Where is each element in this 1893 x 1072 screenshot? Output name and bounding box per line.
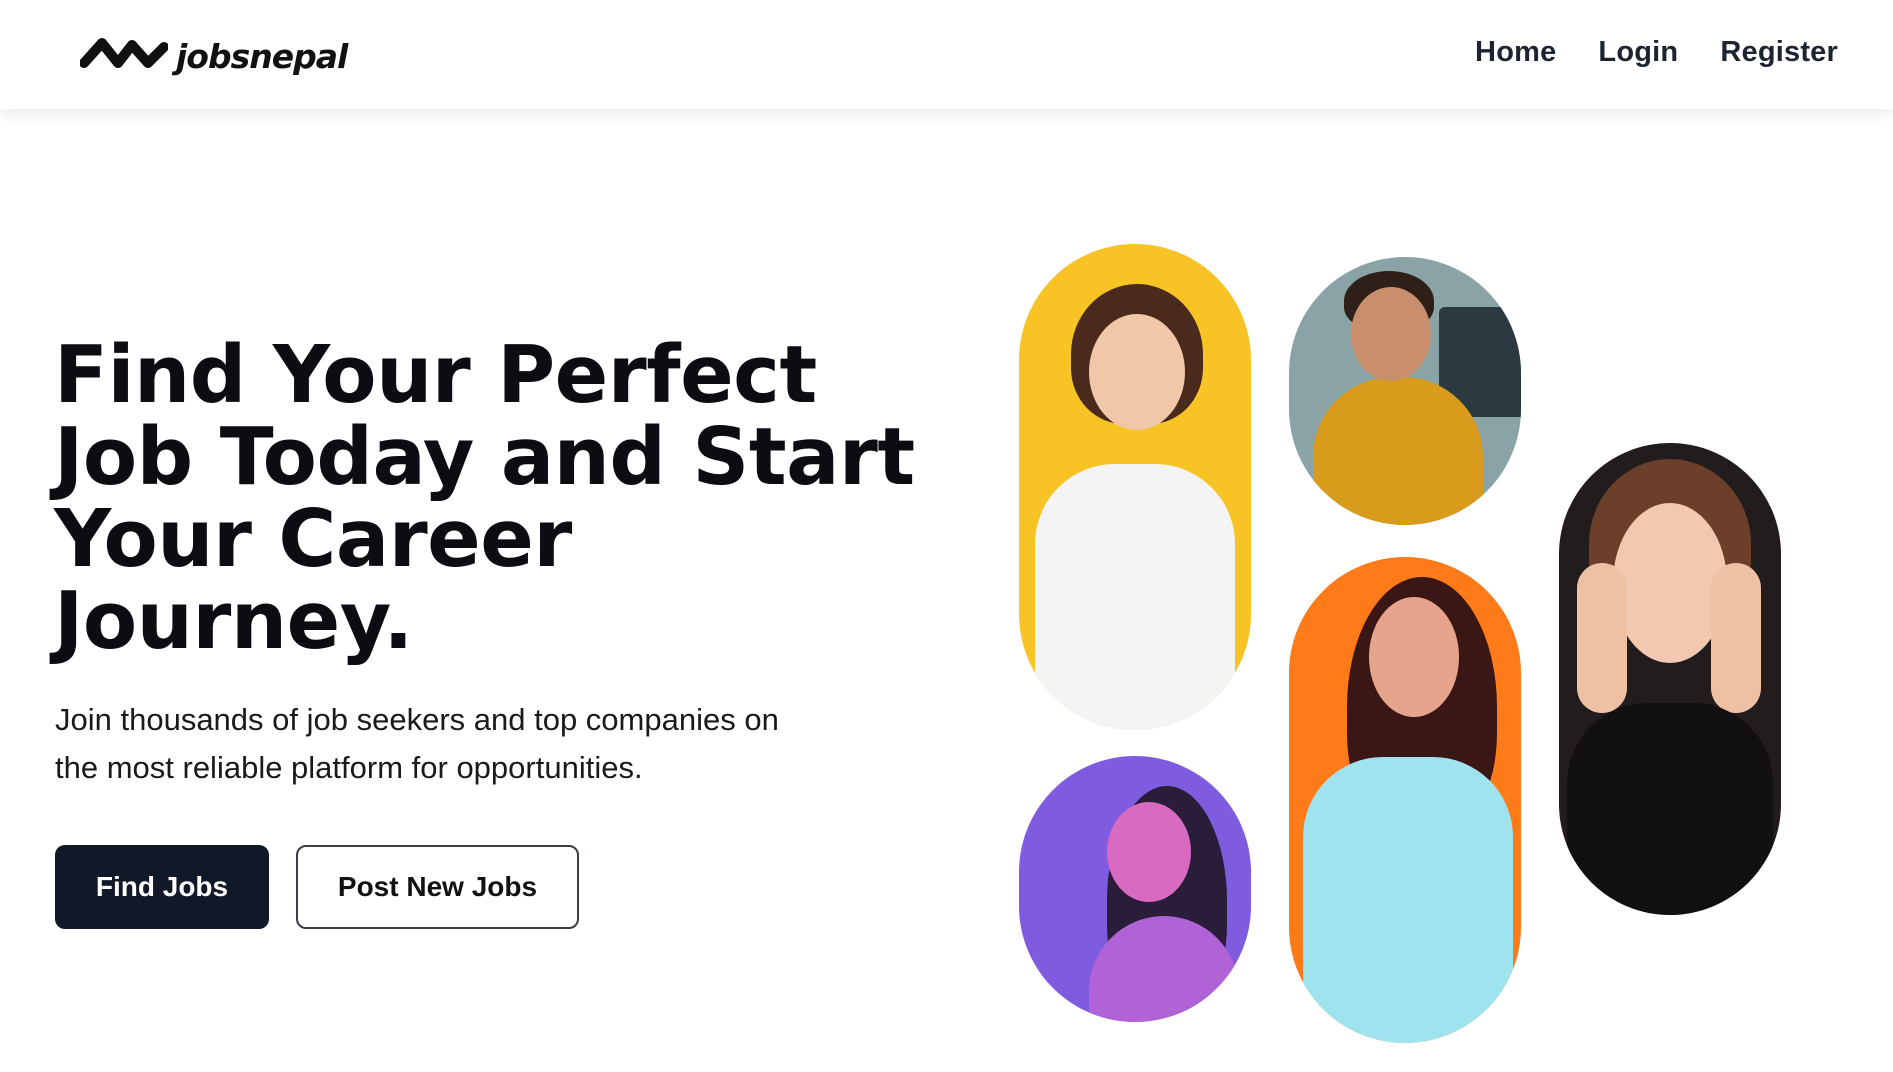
- woman-hands-on-face-photo: [1559, 443, 1781, 915]
- hero-subtitle-line: Join thousands of job seekers and top co…: [55, 702, 779, 737]
- site-header: jobsnepal Home Login Register: [0, 0, 1893, 109]
- nav-register-link[interactable]: Register: [1720, 36, 1838, 69]
- hero-subtitle-line: the most reliable platform for opportuni…: [55, 750, 643, 785]
- woman-in-white-coat-photo: [1289, 557, 1521, 1043]
- hero-subtitle: Join thousands of job seekers and top co…: [55, 696, 915, 792]
- hero-title-line: Find Your Perfect: [54, 329, 817, 421]
- post-new-jobs-button[interactable]: Post New Jobs: [296, 845, 579, 929]
- main-nav: Home Login Register: [1475, 36, 1838, 69]
- smiling-man-at-desk-photo: [1289, 257, 1521, 525]
- hero-title-line: Journey.: [54, 575, 413, 667]
- find-jobs-button[interactable]: Find Jobs: [55, 845, 269, 929]
- hero-title-line: Job Today and Start: [54, 411, 915, 503]
- nav-home-link[interactable]: Home: [1475, 36, 1556, 69]
- neon-portrait-woman-photo: [1019, 756, 1251, 1022]
- hero-title-line: Your Career: [54, 493, 572, 585]
- brand-logo-link[interactable]: jobsnepal: [80, 30, 348, 82]
- zigzag-mark-icon: [80, 38, 168, 68]
- hero-title: Find Your Perfect Job Today and Start Yo…: [54, 334, 934, 662]
- brand-name: jobsnepal: [176, 36, 348, 76]
- nav-login-link[interactable]: Login: [1598, 36, 1678, 69]
- woman-with-glasses-photo: [1019, 244, 1251, 730]
